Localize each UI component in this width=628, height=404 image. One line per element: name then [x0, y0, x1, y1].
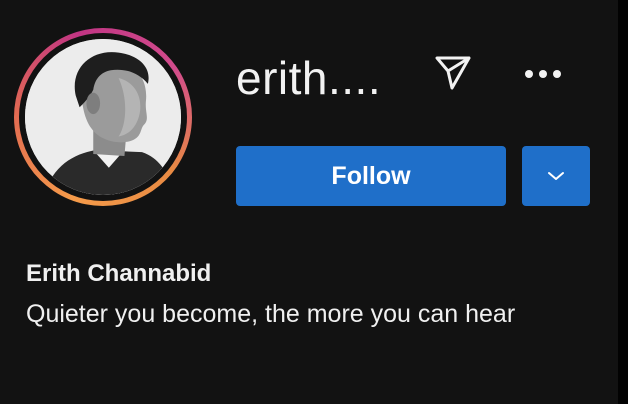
- more-options-button[interactable]: [518, 52, 568, 96]
- suggested-accounts-button[interactable]: [522, 146, 590, 206]
- avatar-gap: [19, 33, 187, 201]
- follow-button[interactable]: Follow: [236, 146, 506, 206]
- story-ring[interactable]: [14, 28, 192, 206]
- send-message-button[interactable]: [426, 50, 480, 94]
- full-name: Erith Channabid: [26, 260, 212, 287]
- bio: Quieter you become, the more you can hea…: [26, 300, 516, 328]
- avatar-portrait: [25, 39, 181, 195]
- window-edge: [618, 0, 628, 404]
- username: erith....: [236, 52, 382, 104]
- avatar: [25, 39, 181, 195]
- paper-plane-icon: [435, 56, 471, 90]
- chevron-down-icon: [548, 172, 564, 180]
- more-horizontal-icon: [525, 70, 561, 78]
